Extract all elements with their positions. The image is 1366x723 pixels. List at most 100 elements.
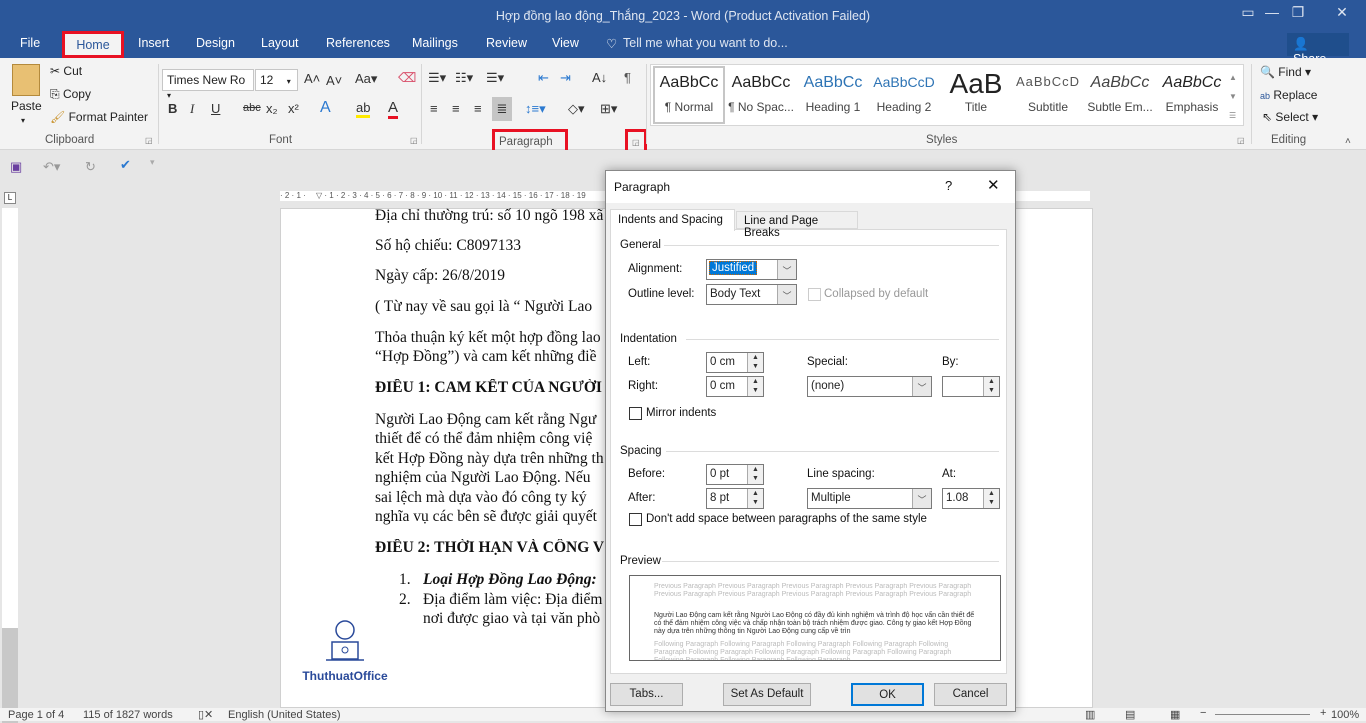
undo-icon[interactable]: ↶▾	[43, 159, 60, 175]
paste-button[interactable]: Paste	[11, 99, 42, 113]
style-emphasis[interactable]: AaBbCc Emphasis	[1156, 68, 1228, 114]
cut-button[interactable]: ✂ Cut	[50, 64, 82, 78]
tab-selector[interactable]: L	[4, 192, 16, 204]
special-select[interactable]: (none) ﹀	[807, 376, 932, 397]
styles-scroll[interactable]: ▲ ▼ ☰	[1229, 68, 1237, 125]
tab-design[interactable]: Design	[196, 36, 235, 50]
strikethrough-icon[interactable]: abc	[243, 102, 261, 114]
redo-icon[interactable]: ↻	[85, 159, 96, 175]
paste-dropdown-icon[interactable]: ▾	[21, 116, 25, 125]
style-subtitle[interactable]: AaBbCcD Subtitle	[1012, 68, 1084, 114]
tab-review[interactable]: Review	[486, 36, 527, 50]
collapsed-checkbox[interactable]	[808, 288, 821, 301]
proofing-icon[interactable]: ▯✕	[198, 708, 213, 721]
style-heading-1[interactable]: AaBbCc Heading 1	[797, 68, 869, 114]
mirror-indents-checkbox[interactable]	[629, 407, 642, 420]
tab-indents-spacing[interactable]: Indents and Spacing	[610, 209, 735, 231]
right-indent-input[interactable]: 0 cm ▲ ▼	[706, 376, 764, 397]
subscript-icon[interactable]: x₂	[266, 101, 278, 116]
style-no-spacing[interactable]: AaBbCc ¶ No Spac...	[725, 68, 797, 114]
find-button[interactable]: 🔍 Find ▾	[1260, 65, 1311, 79]
collapse-ribbon-icon[interactable]: ˄	[1345, 136, 1351, 147]
left-indent-input[interactable]: 0 cm ▲ ▼	[706, 352, 764, 373]
align-left-icon[interactable]: ≡	[430, 101, 438, 116]
style-title[interactable]: AaB Title	[940, 68, 1012, 114]
vertical-ruler[interactable]	[2, 208, 18, 723]
spacing-before-input[interactable]: 0 pt ▲ ▼	[706, 464, 764, 485]
replace-button[interactable]: ab Replace	[1260, 88, 1317, 102]
zoom-out-icon[interactable]: −	[1200, 707, 1206, 719]
align-center-icon[interactable]: ≡	[452, 101, 460, 116]
font-name-select[interactable]: Times New Ro ▾	[162, 69, 254, 100]
maximize-button[interactable]: ❐	[1278, 4, 1318, 21]
tab-references[interactable]: References	[326, 36, 390, 50]
grow-font-icon[interactable]: A˄	[304, 71, 320, 86]
decrease-indent-icon[interactable]: ⇤	[538, 70, 549, 86]
outline-level-select[interactable]: Body Text ﹀	[706, 284, 797, 305]
bold-icon[interactable]: B	[168, 101, 177, 116]
line-spacing-select[interactable]: Multiple ﹀	[807, 488, 932, 509]
close-icon[interactable]: ✕	[987, 176, 1000, 194]
italic-icon[interactable]: I	[190, 101, 194, 117]
save-icon[interactable]: ▣	[10, 159, 22, 175]
tab-line-page-breaks[interactable]: Line and Page Breaks	[736, 211, 858, 239]
style-subtle-emphasis[interactable]: AaBbCc Subtle Em...	[1084, 68, 1156, 114]
sort-icon[interactable]: A↓	[592, 70, 607, 85]
zoom-level[interactable]: 100%	[1331, 709, 1359, 721]
tab-home[interactable]: Home	[62, 31, 124, 58]
tell-me-search[interactable]: Tell me what you want to do...	[623, 36, 788, 50]
web-layout-icon[interactable]: ▦	[1170, 708, 1180, 721]
bullets-icon[interactable]: ☰▾	[428, 70, 446, 86]
multilevel-list-icon[interactable]: ☰▾	[486, 70, 504, 86]
select-button[interactable]: ⇖ Select ▾	[1262, 110, 1318, 124]
font-color-icon[interactable]: A	[388, 99, 399, 119]
tabs-button[interactable]: Tabs...	[610, 683, 683, 706]
language[interactable]: English (United States)	[228, 709, 341, 721]
numbering-icon[interactable]: ☷▾	[455, 70, 473, 86]
page-count[interactable]: Page 1 of 4	[8, 709, 64, 721]
copy-button[interactable]: ⎘ Copy	[50, 87, 91, 102]
word-count[interactable]: 115 of 1827 words	[83, 709, 173, 721]
tab-view[interactable]: View	[552, 36, 579, 50]
increase-indent-icon[interactable]: ⇥	[560, 70, 571, 86]
zoom-slider[interactable]	[1215, 714, 1310, 715]
read-mode-icon[interactable]: ▥	[1085, 708, 1095, 721]
ok-button[interactable]: OK	[851, 683, 924, 706]
clear-formatting-icon[interactable]: ⌫	[398, 70, 416, 86]
zoom-in-icon[interactable]: +	[1320, 707, 1326, 719]
share-button[interactable]: 👤 Share	[1287, 33, 1349, 66]
print-layout-icon[interactable]: ▤	[1125, 708, 1135, 721]
at-input[interactable]: 1.08 ▲ ▼	[942, 488, 1000, 509]
tab-file[interactable]: File	[20, 36, 40, 50]
show-marks-icon[interactable]: ¶	[624, 70, 631, 85]
alignment-select[interactable]: Justified ﹀	[706, 259, 797, 280]
spelling-check-icon[interactable]: ✔	[120, 157, 131, 173]
clipboard-launcher-icon[interactable]: ◲	[145, 136, 153, 145]
by-input[interactable]: ▲ ▼	[942, 376, 1000, 397]
style-normal[interactable]: AaBbCc ¶ Normal	[653, 66, 725, 124]
text-effects-icon[interactable]: A	[320, 99, 331, 117]
tab-insert[interactable]: Insert	[138, 36, 169, 50]
shrink-font-icon[interactable]: A˅	[326, 73, 342, 88]
superscript-icon[interactable]: x²	[288, 101, 299, 116]
justify-icon[interactable]: ≣	[492, 97, 512, 121]
font-launcher-icon[interactable]: ◲	[410, 136, 418, 145]
spacing-after-input[interactable]: 8 pt ▲ ▼	[706, 488, 764, 509]
dont-add-space-checkbox[interactable]	[629, 513, 642, 526]
font-size-select[interactable]: 12 ▾	[255, 69, 298, 91]
set-as-default-button[interactable]: Set As Default	[723, 683, 811, 706]
cancel-button[interactable]: Cancel	[934, 683, 1007, 706]
close-window-button[interactable]: ✕	[1322, 4, 1362, 21]
underline-icon[interactable]: U	[211, 101, 220, 116]
highlight-icon[interactable]: ab	[356, 100, 371, 118]
style-heading-2[interactable]: AaBbCcD Heading 2	[868, 68, 940, 114]
format-painter-button[interactable]: 🖌 Format Painter	[50, 110, 148, 124]
align-right-icon[interactable]: ≡	[474, 101, 482, 116]
shading-icon[interactable]: ◇▾	[568, 101, 585, 117]
borders-icon[interactable]: ⊞▾	[600, 101, 617, 117]
tab-mailings[interactable]: Mailings	[412, 36, 458, 50]
line-spacing-icon[interactable]: ↕≡▾	[525, 101, 546, 117]
help-button[interactable]: ?	[945, 178, 952, 193]
styles-launcher-icon[interactable]: ◲	[1237, 136, 1245, 145]
customize-qat-icon[interactable]: ▾	[150, 157, 155, 168]
